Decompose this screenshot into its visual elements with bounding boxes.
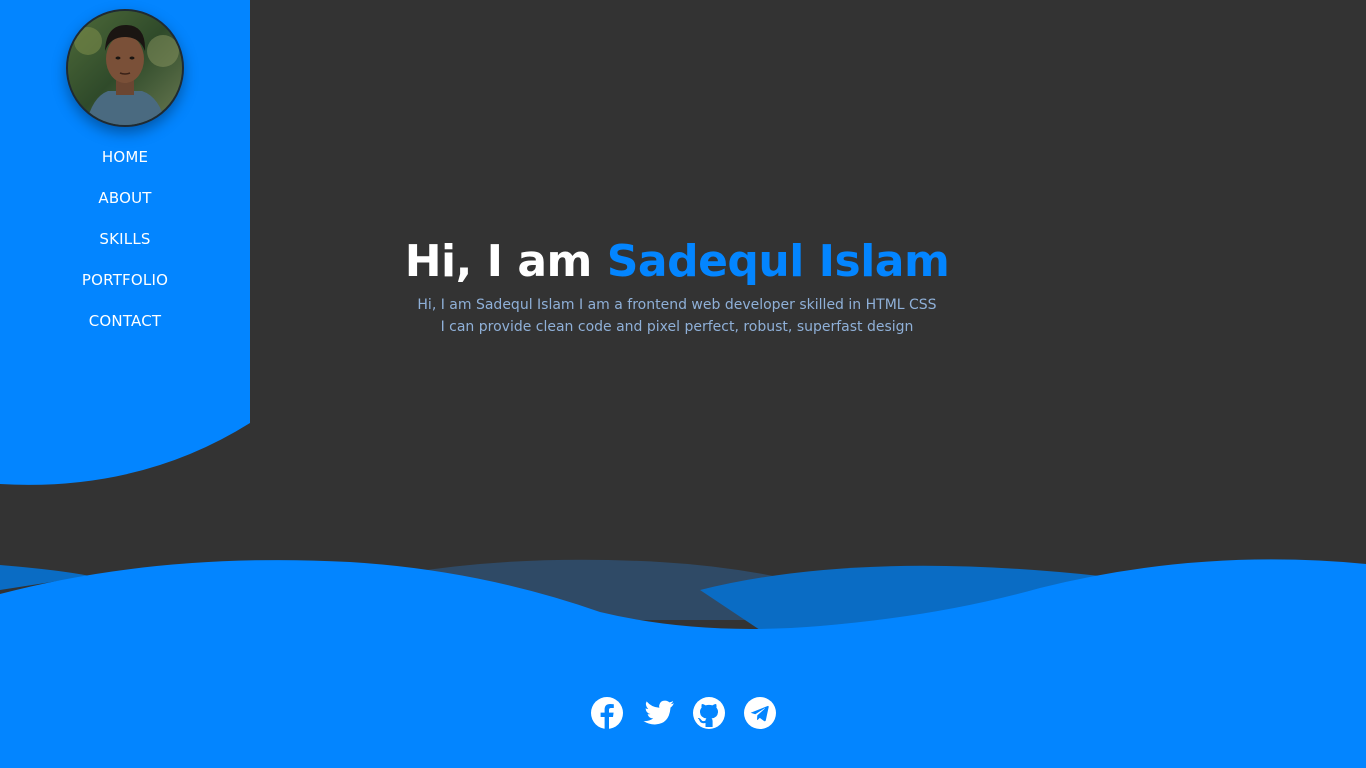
- hero-description: Hi, I am Sadequl Islam I am a frontend w…: [250, 294, 1104, 338]
- facebook-icon[interactable]: [590, 696, 624, 730]
- nav-item-skills[interactable]: SKILLS: [99, 230, 150, 248]
- nav-item-home[interactable]: HOME: [102, 148, 148, 166]
- hero-name: Sadequl Islam: [606, 236, 950, 287]
- hero-title: Hi, I am Sadequl Islam: [250, 232, 1104, 292]
- main-nav: HOME ABOUT SKILLS PORTFOLIO CONTACT: [0, 145, 250, 350]
- profile-photo: [68, 11, 182, 125]
- hero-greeting: Hi, I am: [404, 236, 607, 287]
- hero-line-1: Hi, I am Sadequl Islam I am a frontend w…: [417, 297, 937, 313]
- telegram-icon[interactable]: [743, 696, 777, 730]
- hero-line-2: I can provide clean code and pixel perfe…: [440, 319, 914, 335]
- github-icon[interactable]: [692, 696, 726, 730]
- nav-item-about[interactable]: ABOUT: [98, 189, 151, 207]
- avatar: [66, 9, 184, 127]
- twitter-icon[interactable]: [641, 696, 675, 730]
- nav-item-contact[interactable]: CONTACT: [89, 312, 162, 330]
- page: HOME ABOUT SKILLS PORTFOLIO CONTACT Hi, …: [0, 0, 1366, 768]
- hero: Hi, I am Sadequl Islam Hi, I am Sadequl …: [250, 232, 1104, 338]
- social-links: [0, 696, 1366, 730]
- nav-item-portfolio[interactable]: PORTFOLIO: [82, 271, 168, 289]
